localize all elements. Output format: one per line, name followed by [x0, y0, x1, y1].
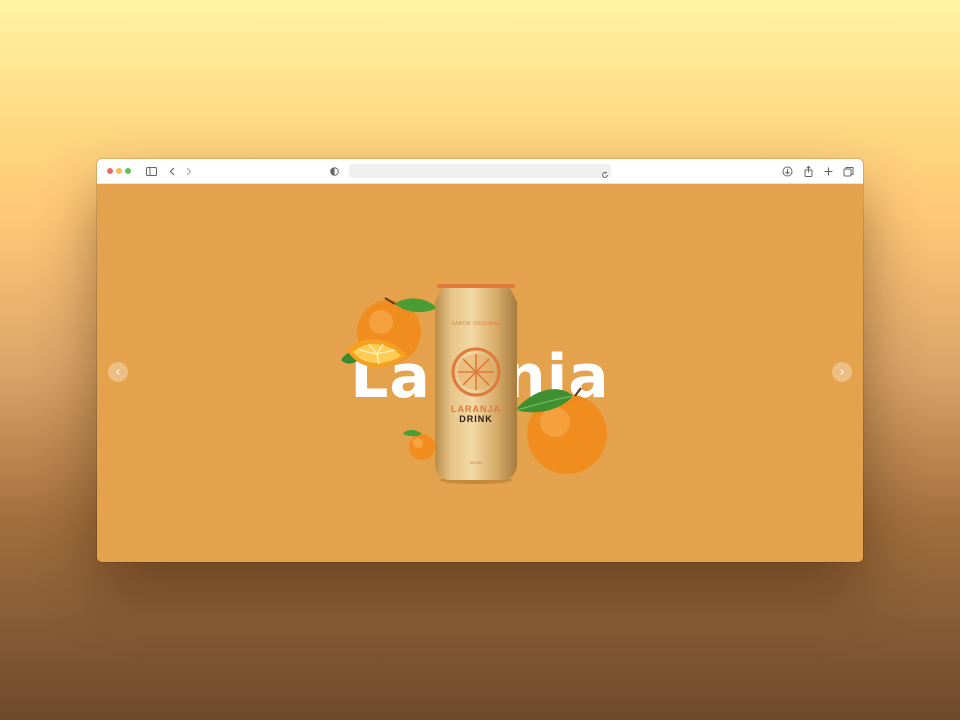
chevron-left-icon [114, 368, 122, 376]
close-window-button[interactable] [107, 168, 113, 174]
sidebar-toggle-icon[interactable] [145, 165, 158, 178]
forward-icon[interactable] [182, 165, 195, 178]
maximize-window-button[interactable] [125, 168, 131, 174]
drink-can-image: SABOR ORIGINAL LARANJA DRINK 350 ML [433, 280, 519, 486]
can-volume: 350 ML [469, 460, 483, 465]
download-icon[interactable] [781, 165, 794, 178]
can-brand-line1: LARANJA [450, 404, 501, 414]
carousel-next-button[interactable] [832, 362, 852, 382]
privacy-shield-icon[interactable] [328, 165, 341, 178]
hero-section: Laranja [97, 184, 863, 562]
chevron-right-icon [838, 368, 846, 376]
can-tagline: SABOR ORIGINAL [451, 321, 501, 327]
reload-icon[interactable] [601, 166, 609, 178]
back-icon[interactable] [166, 165, 179, 178]
tab-overview-icon[interactable] [842, 165, 855, 178]
orange-with-leaf-image [511, 384, 611, 476]
carousel-prev-button[interactable] [108, 362, 128, 382]
orange-slices-image [335, 292, 441, 388]
new-tab-icon[interactable] [822, 165, 835, 178]
address-bar[interactable] [349, 164, 611, 178]
share-icon[interactable] [802, 165, 815, 178]
browser-toolbar [97, 159, 863, 184]
can-brand-line2: DRINK [459, 414, 493, 424]
minimize-window-button[interactable] [116, 168, 122, 174]
browser-window: Laranja [97, 159, 863, 562]
